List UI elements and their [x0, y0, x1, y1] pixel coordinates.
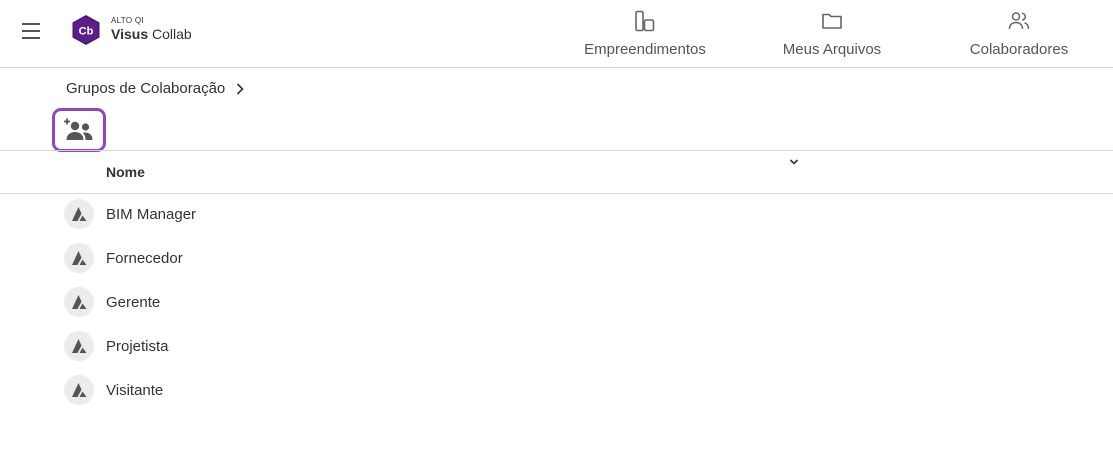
group-name: Visitante: [106, 382, 164, 399]
alto-qi-logo-icon: [72, 339, 87, 353]
building-icon: [635, 10, 655, 32]
group-avatar: [64, 331, 94, 361]
group-name: Projetista: [106, 338, 169, 355]
nav-label: Meus Arquivos: [782, 41, 882, 58]
group-name: Gerente: [106, 294, 161, 311]
breadcrumb-item[interactable]: Grupos de Colaboração: [66, 80, 225, 97]
table-row[interactable]: Projetista: [0, 327, 1113, 371]
table-header: Nome: [0, 150, 1113, 194]
column-header-nome[interactable]: Nome: [106, 164, 145, 180]
group-add-icon: [64, 118, 93, 140]
nav-empreendimentos[interactable]: Empreendimentos: [582, 9, 708, 58]
group-avatar: [64, 199, 94, 229]
group-avatar: [64, 375, 94, 405]
group-name: BIM Manager: [106, 206, 197, 223]
chevron-right-icon: [237, 82, 244, 95]
group-avatar: [64, 243, 94, 273]
nav-meus-arquivos[interactable]: Meus Arquivos: [780, 9, 884, 58]
group-name: Fornecedor: [106, 250, 183, 267]
alto-qi-logo-icon: [72, 251, 87, 265]
table-row[interactable]: Gerente: [0, 283, 1113, 327]
logo-brand-small: ALTO QI: [111, 16, 144, 25]
app-logo[interactable]: Cb ALTO QI Visus Collab: [70, 14, 192, 46]
top-bar: Cb ALTO QI Visus Collab Empreendimentos …: [0, 0, 1113, 68]
alto-qi-logo-icon: [72, 383, 87, 397]
logo-product-light: Collab: [152, 26, 192, 42]
logo-hexagon-icon: Cb: [72, 15, 100, 45]
people-icon: [1008, 12, 1030, 30]
nav-label: Colaboradores: [969, 41, 1069, 58]
logo-product-bold: Visus: [111, 26, 149, 42]
table-row[interactable]: Visitante: [0, 371, 1113, 415]
group-avatar: [64, 287, 94, 317]
logo-mark: Cb: [79, 26, 94, 38]
alto-qi-logo-icon: [72, 295, 87, 309]
nav-label: Empreendimentos: [584, 41, 706, 58]
add-group-button[interactable]: [52, 108, 106, 152]
table-row[interactable]: BIM Manager: [0, 195, 1113, 239]
chevron-down-icon[interactable]: [788, 157, 800, 167]
breadcrumb: Grupos de Colaboração: [66, 80, 245, 97]
table-row[interactable]: Fornecedor: [0, 239, 1113, 283]
menu-icon[interactable]: [22, 21, 40, 41]
alto-qi-logo-icon: [72, 207, 87, 221]
folder-icon: [822, 13, 842, 29]
nav-colaboradores[interactable]: Colaboradores: [968, 9, 1070, 58]
